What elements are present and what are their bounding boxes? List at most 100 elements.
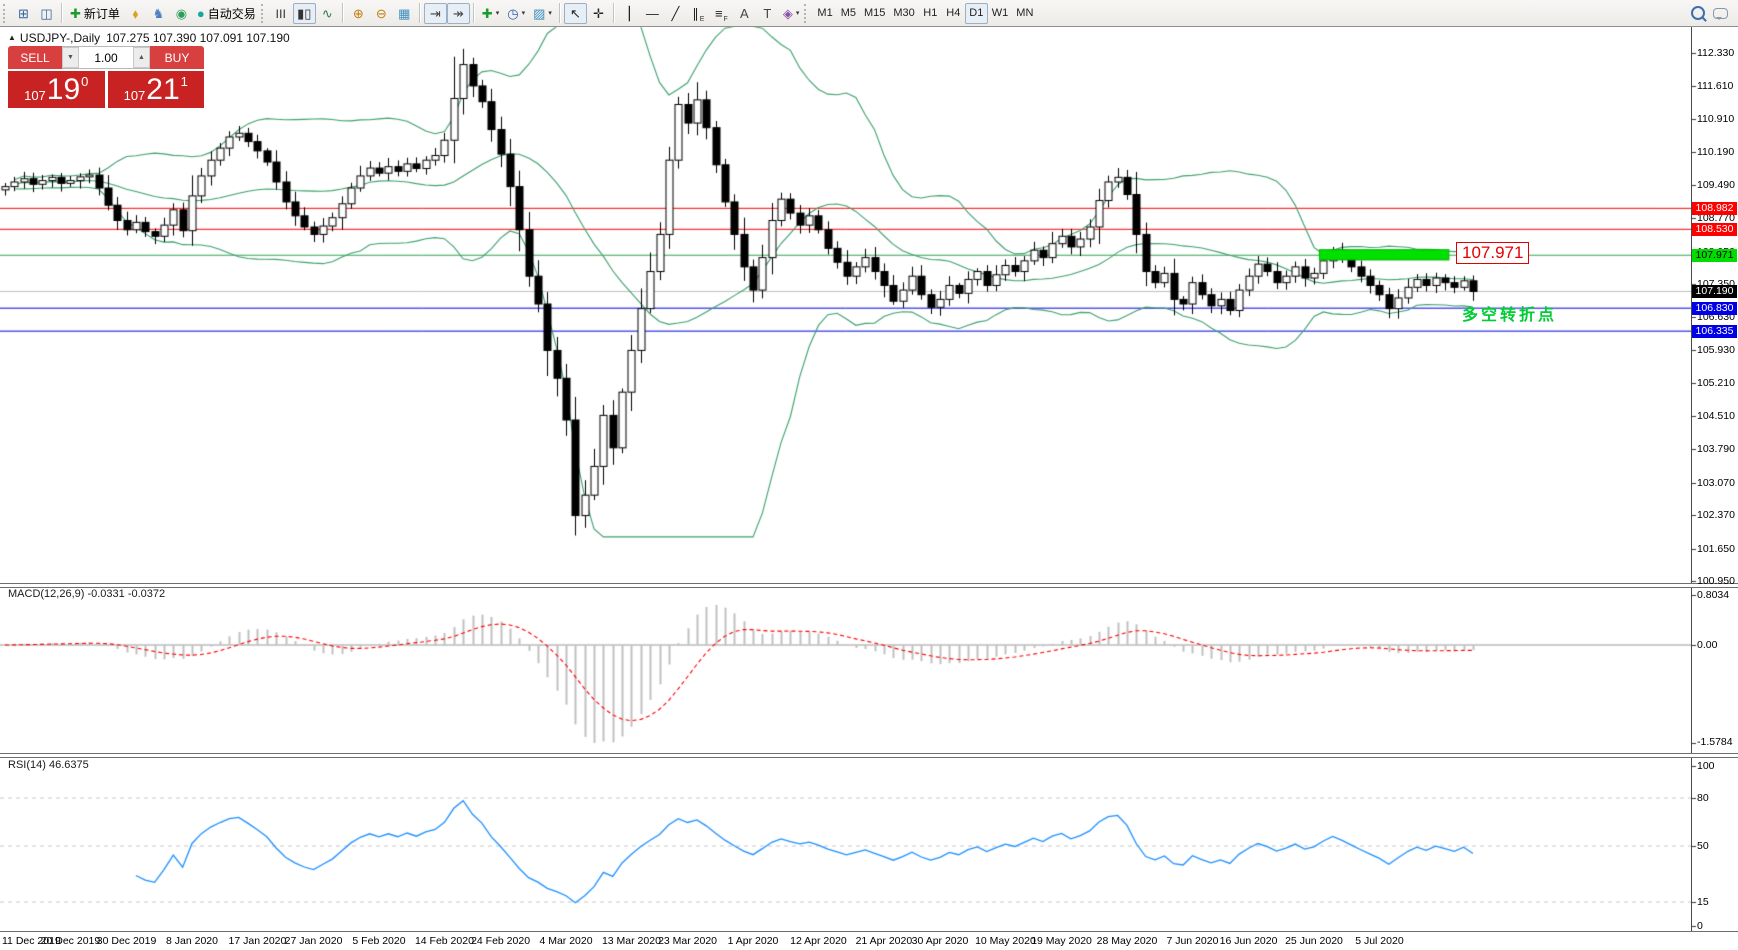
tile-windows-icon[interactable]: ▦ <box>393 3 416 24</box>
autotrading-icon-label: 自动交易 <box>208 5 256 22</box>
buy-price-button[interactable]: 107 21 1 <box>108 71 205 108</box>
dropdown-arrow-icon[interactable]: ▾ <box>548 9 552 17</box>
templates-icon[interactable]: ▨▾ <box>529 3 556 24</box>
mt4-window: ⊞◫✚新订单⬧♞◉●自动交易|||▮▯∿⊕⊖▦⇥↠✚▾◷▾▨▾↖✛⎮—╱∥E≡F… <box>0 0 1738 950</box>
timeframe-button-mn[interactable]: MN <box>1012 3 1037 24</box>
crosshair-icon[interactable]: ✛ <box>587 3 610 24</box>
toolbar-grip[interactable] <box>804 4 810 23</box>
price-tick-label: 112.330 <box>1697 47 1734 59</box>
cursor-icon[interactable]: ↖ <box>564 3 587 24</box>
timeframe-button-m5[interactable]: M5 <box>837 3 860 24</box>
buy-button[interactable]: BUY <box>150 46 204 69</box>
new-order-icon[interactable]: ✚新订单 <box>66 3 124 24</box>
fibonacci-icon[interactable]: ≡F <box>710 3 733 24</box>
toolbar-separator <box>419 3 421 23</box>
channel-icon[interactable]: ∥E <box>687 3 710 24</box>
dropdown-arrow-icon[interactable]: ▾ <box>796 9 800 17</box>
toolbar-right-icons <box>1686 3 1732 24</box>
experts-icon[interactable]: ♞ <box>147 3 170 24</box>
note-annotation-text[interactable]: 多空转折点 <box>1462 301 1557 325</box>
macd-indicator-label: MACD(12,26,9) -0.0331 -0.0372 <box>8 588 165 600</box>
indicators-icon[interactable]: ✚▾ <box>478 3 503 24</box>
date-label: 17 Jan 2020 <box>229 935 287 947</box>
profiles-icon[interactable]: ◫ <box>35 3 58 24</box>
candlestick-chart-icon[interactable]: ▮▯ <box>293 3 316 24</box>
timeframe-button-m1[interactable]: M1 <box>813 3 836 24</box>
sell-button[interactable]: SELL <box>8 46 62 69</box>
bar-chart-icon: ||| <box>276 7 287 20</box>
timeframe-button-h4[interactable]: H4 <box>942 3 965 24</box>
timeframe-label: M15 <box>864 7 885 19</box>
line-chart-icon[interactable]: ∿ <box>316 3 339 24</box>
date-label: 8 Jan 2020 <box>166 935 218 947</box>
price-annotation-label[interactable]: 107.971 <box>1456 242 1529 264</box>
dropdown-arrow-icon[interactable]: ▾ <box>522 9 526 17</box>
date-label: 14 Feb 2020 <box>415 935 474 947</box>
search-icon[interactable] <box>1686 3 1709 24</box>
date-label: 30 Apr 2020 <box>912 935 969 947</box>
autotrading-icon[interactable]: ●自动交易 <box>193 3 260 24</box>
timeframe-label: H1 <box>923 7 937 19</box>
dropdown-arrow-icon[interactable]: ▾ <box>496 9 500 17</box>
search-icon <box>1691 6 1705 20</box>
toolbar-separator <box>559 3 561 23</box>
auto-scroll-icon: ↠ <box>453 7 464 20</box>
toolbar-grip[interactable] <box>3 4 9 23</box>
crosshair-icon: ✛ <box>593 7 604 20</box>
text-label-icon[interactable]: T <box>756 3 779 24</box>
zoom-out-icon[interactable]: ⊖ <box>370 3 393 24</box>
chart-shift-icon[interactable]: ⇥ <box>424 3 447 24</box>
trendline-icon[interactable]: ╱ <box>664 3 687 24</box>
horizontal-line-icon: — <box>646 7 659 20</box>
price-tick-label: 110.190 <box>1697 146 1734 158</box>
timeframe-label: H4 <box>946 7 960 19</box>
timeframe-button-w1[interactable]: W1 <box>988 3 1013 24</box>
timeframe-button-m15[interactable]: M15 <box>860 3 889 24</box>
date-label: 28 May 2020 <box>1097 935 1158 947</box>
zoom-in-icon[interactable]: ⊕ <box>347 3 370 24</box>
date-label: 10 May 2020 <box>975 935 1036 947</box>
autotrading-icon: ● <box>197 7 205 20</box>
sell-price-button[interactable]: 107 19 0 <box>8 71 105 108</box>
auto-scroll-icon[interactable]: ↠ <box>447 3 470 24</box>
chart-shift-icon: ⇥ <box>430 7 441 20</box>
price-tick-label: 105.210 <box>1697 377 1735 389</box>
macd-panel-separator[interactable] <box>0 583 1738 588</box>
volume-input[interactable]: 1.00 <box>79 47 133 68</box>
macd-tick-label: -1.5784 <box>1697 736 1733 748</box>
timeframe-button-m30[interactable]: M30 <box>889 3 918 24</box>
chat-icon[interactable] <box>1709 3 1732 24</box>
arrows-icon[interactable]: ◈▾ <box>779 3 804 24</box>
periods-icon[interactable]: ◷▾ <box>503 3 529 24</box>
volume-increase-button[interactable]: ▲ <box>133 47 150 68</box>
volume-decrease-button[interactable]: ▼ <box>62 47 79 68</box>
price-line-label: 107.190 <box>1692 285 1737 298</box>
date-label: 21 Apr 2020 <box>856 935 913 947</box>
sell-price-big: 19 <box>47 73 80 107</box>
main-toolbar: ⊞◫✚新订单⬧♞◉●自动交易|||▮▯∿⊕⊖▦⇥↠✚▾◷▾▨▾↖✛⎮—╱∥E≡F… <box>0 0 1738 27</box>
vertical-line-icon[interactable]: ⎮ <box>618 3 641 24</box>
indicators-icon: ✚ <box>482 7 493 20</box>
timeframe-label: W1 <box>992 7 1009 19</box>
toolbar-grip[interactable] <box>261 4 267 23</box>
date-label: 13 Mar 2020 <box>602 935 661 947</box>
chart-canvas[interactable] <box>0 0 1738 950</box>
date-label: 24 Feb 2020 <box>471 935 530 947</box>
horizontal-line-icon[interactable]: — <box>641 3 664 24</box>
collapse-panel-icon[interactable]: ▲ <box>8 33 16 42</box>
timeframe-button-d1[interactable]: D1 <box>965 3 988 24</box>
charts-icon[interactable]: ⊞ <box>12 3 35 24</box>
fibonacci-icon: ≡ <box>715 7 723 20</box>
price-tick-label: 100.950 <box>1697 575 1735 587</box>
toolbar-separator <box>613 3 615 23</box>
bar-chart-icon[interactable]: ||| <box>270 3 293 24</box>
timeframe-button-h1[interactable]: H1 <box>919 3 942 24</box>
sell-price-sup: 0 <box>81 74 88 89</box>
history-center-icon[interactable]: ⬧ <box>124 3 147 24</box>
macd-tick-label: 0.00 <box>1697 639 1717 651</box>
price-tick-label: 101.650 <box>1697 543 1735 555</box>
rsi-panel-separator[interactable] <box>0 753 1738 758</box>
signals-icon[interactable]: ◉ <box>170 3 193 24</box>
text-icon[interactable]: A <box>733 3 756 24</box>
line-chart-icon: ∿ <box>322 7 333 20</box>
